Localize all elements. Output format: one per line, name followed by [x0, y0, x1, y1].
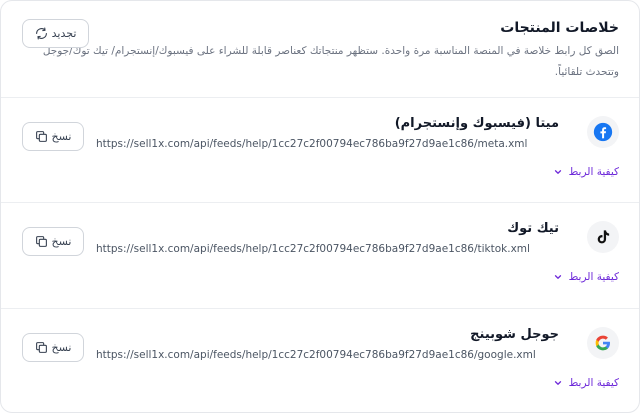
how-to-connect-label: كيفية الربط [568, 377, 619, 389]
feed-url: https://sell1x.com/api/feeds/help/1cc27c… [96, 243, 530, 255]
chevron-down-icon [554, 381, 561, 385]
feed-row-google: جوجل شوبينج https://sell1x.com/api/feeds… [1, 309, 639, 412]
feed-url: https://sell1x.com/api/feeds/help/1cc27c… [96, 138, 528, 150]
refresh-button[interactable]: تجديد [22, 19, 89, 48]
refresh-icon [35, 27, 47, 40]
google-icon [587, 327, 619, 359]
feed-url: https://sell1x.com/api/feeds/help/1cc27c… [96, 349, 536, 361]
copy-button[interactable]: نسخ [22, 227, 84, 256]
copy-label: نسخ [51, 341, 72, 354]
chevron-down-icon [554, 275, 561, 279]
feed-row-tiktok: تيك توك https://sell1x.com/api/feeds/hel… [1, 203, 639, 309]
copy-icon [35, 131, 47, 142]
product-feeds-card: خلاصات المنتجات الصق كل رابط خلاصة في ال… [0, 0, 640, 413]
refresh-label: تجديد [51, 27, 77, 40]
chevron-down-icon [554, 170, 561, 174]
how-to-connect-label: كيفية الربط [568, 166, 619, 178]
feed-row-meta: ميتا (فيسبوك وإنستجرام) https://sell1x.c… [1, 98, 639, 203]
how-to-connect-link[interactable]: كيفية الربط [553, 166, 619, 178]
page-title: خلاصات المنتجات [500, 20, 619, 36]
how-to-connect-link[interactable]: كيفية الربط [553, 271, 619, 283]
platform-name: تيك توك [507, 221, 559, 236]
platform-name: جوجل شوبينج [470, 327, 559, 342]
copy-button[interactable]: نسخ [22, 333, 84, 362]
feeds-header: خلاصات المنتجات الصق كل رابط خلاصة في ال… [1, 1, 639, 98]
copy-label: نسخ [51, 235, 72, 248]
platform-name: ميتا (فيسبوك وإنستجرام) [394, 116, 559, 131]
facebook-icon [587, 116, 619, 148]
tiktok-icon [587, 221, 619, 253]
how-to-connect-link[interactable]: كيفية الربط [553, 377, 619, 389]
copy-icon [35, 236, 47, 247]
feeds-description: الصق كل رابط خلاصة في المنصة المناسبة مر… [42, 45, 619, 78]
copy-button[interactable]: نسخ [22, 122, 84, 151]
copy-label: نسخ [51, 130, 72, 143]
copy-icon [35, 342, 47, 353]
how-to-connect-label: كيفية الربط [568, 271, 619, 283]
